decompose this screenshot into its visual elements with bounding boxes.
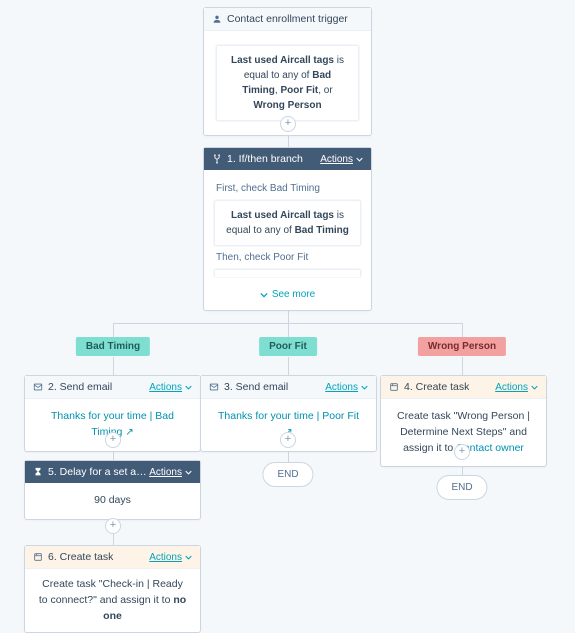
chevron-down-icon [185,384,192,391]
branch-tag-poor-fit: Poor Fit [259,337,317,356]
chevron-down-icon [185,469,192,476]
connector [462,323,463,338]
connector [113,323,114,338]
connector [113,357,114,375]
hourglass-icon [33,467,43,477]
chevron-down-icon [356,156,363,163]
add-step-button[interactable]: + [105,518,121,534]
criteria-box: Last used Aircall tags is equal to any o… [214,200,361,246]
actions-menu[interactable]: Actions [149,552,192,563]
chevron-down-icon [531,384,538,391]
card-create-task-6[interactable]: 6. Create task Actions Create task "Chec… [24,545,201,633]
step-title: 4. Create task [404,381,469,393]
email-icon [209,382,219,392]
actions-menu[interactable]: Actions [495,382,538,393]
see-more-button[interactable]: See more [214,281,361,304]
end-node: END [262,462,313,487]
step-title: 2. Send email [48,381,112,393]
branch-tag-bad-timing: Bad Timing [76,337,150,356]
first-check-label: First, check Bad Timing [216,181,361,196]
chevron-down-icon [361,384,368,391]
ifthen-title: 1. If/then branch [227,153,303,165]
chevron-down-icon [185,554,192,561]
actions-menu[interactable]: Actions [149,467,192,478]
card-body: First, check Bad Timing Last used Aircal… [204,170,371,310]
email-icon [33,382,43,392]
criteria-box: Last used Aircall tags is equal to any o… [216,45,359,121]
card-header: 6. Create task Actions [25,546,200,569]
external-link-icon: ↗ [125,427,133,438]
branch-tag-wrong-person: Wrong Person [418,337,506,356]
add-step-button[interactable]: + [105,432,121,448]
card-body: 90 days [25,483,200,519]
step-title: 6. Create task [48,551,113,563]
card-body: Create task "Check-in | Ready to connect… [25,569,200,632]
card-header: Contact enrollment trigger [204,8,371,31]
end-node: END [436,475,487,500]
step-title: 3. Send email [224,381,288,393]
actions-menu[interactable]: Actions [320,154,363,165]
workflow-canvas: Contact enrollment trigger Last used Air… [0,0,575,600]
branch-icon [212,154,222,164]
add-step-button[interactable]: + [280,116,296,132]
actions-menu[interactable]: Actions [149,382,192,393]
add-step-button[interactable]: + [280,432,296,448]
card-header: 4. Create task Actions [381,376,546,399]
add-step-button[interactable]: + [454,444,470,460]
criteria-box-collapsed [214,269,361,277]
card-header: 5. Delay for a set amount of time Action… [25,461,200,483]
card-header: 2. Send email Actions [25,376,200,399]
person-icon [212,14,222,24]
then-check-label: Then, check Poor Fit [216,250,361,265]
task-icon [389,382,399,392]
card-delay-5[interactable]: 5. Delay for a set amount of time Action… [24,460,201,520]
chevron-down-icon [260,291,268,299]
card-ifthen[interactable]: 1. If/then branch Actions First, check B… [203,147,372,311]
connector [462,357,463,375]
card-header: 3. Send email Actions [201,376,376,399]
connector [288,357,289,375]
task-icon [33,552,43,562]
step-title: 5. Delay for a set amount of time [48,466,149,478]
trigger-title: Contact enrollment trigger [227,13,348,25]
card-header: 1. If/then branch Actions [204,148,371,170]
connector [288,323,289,338]
actions-menu[interactable]: Actions [325,382,368,393]
